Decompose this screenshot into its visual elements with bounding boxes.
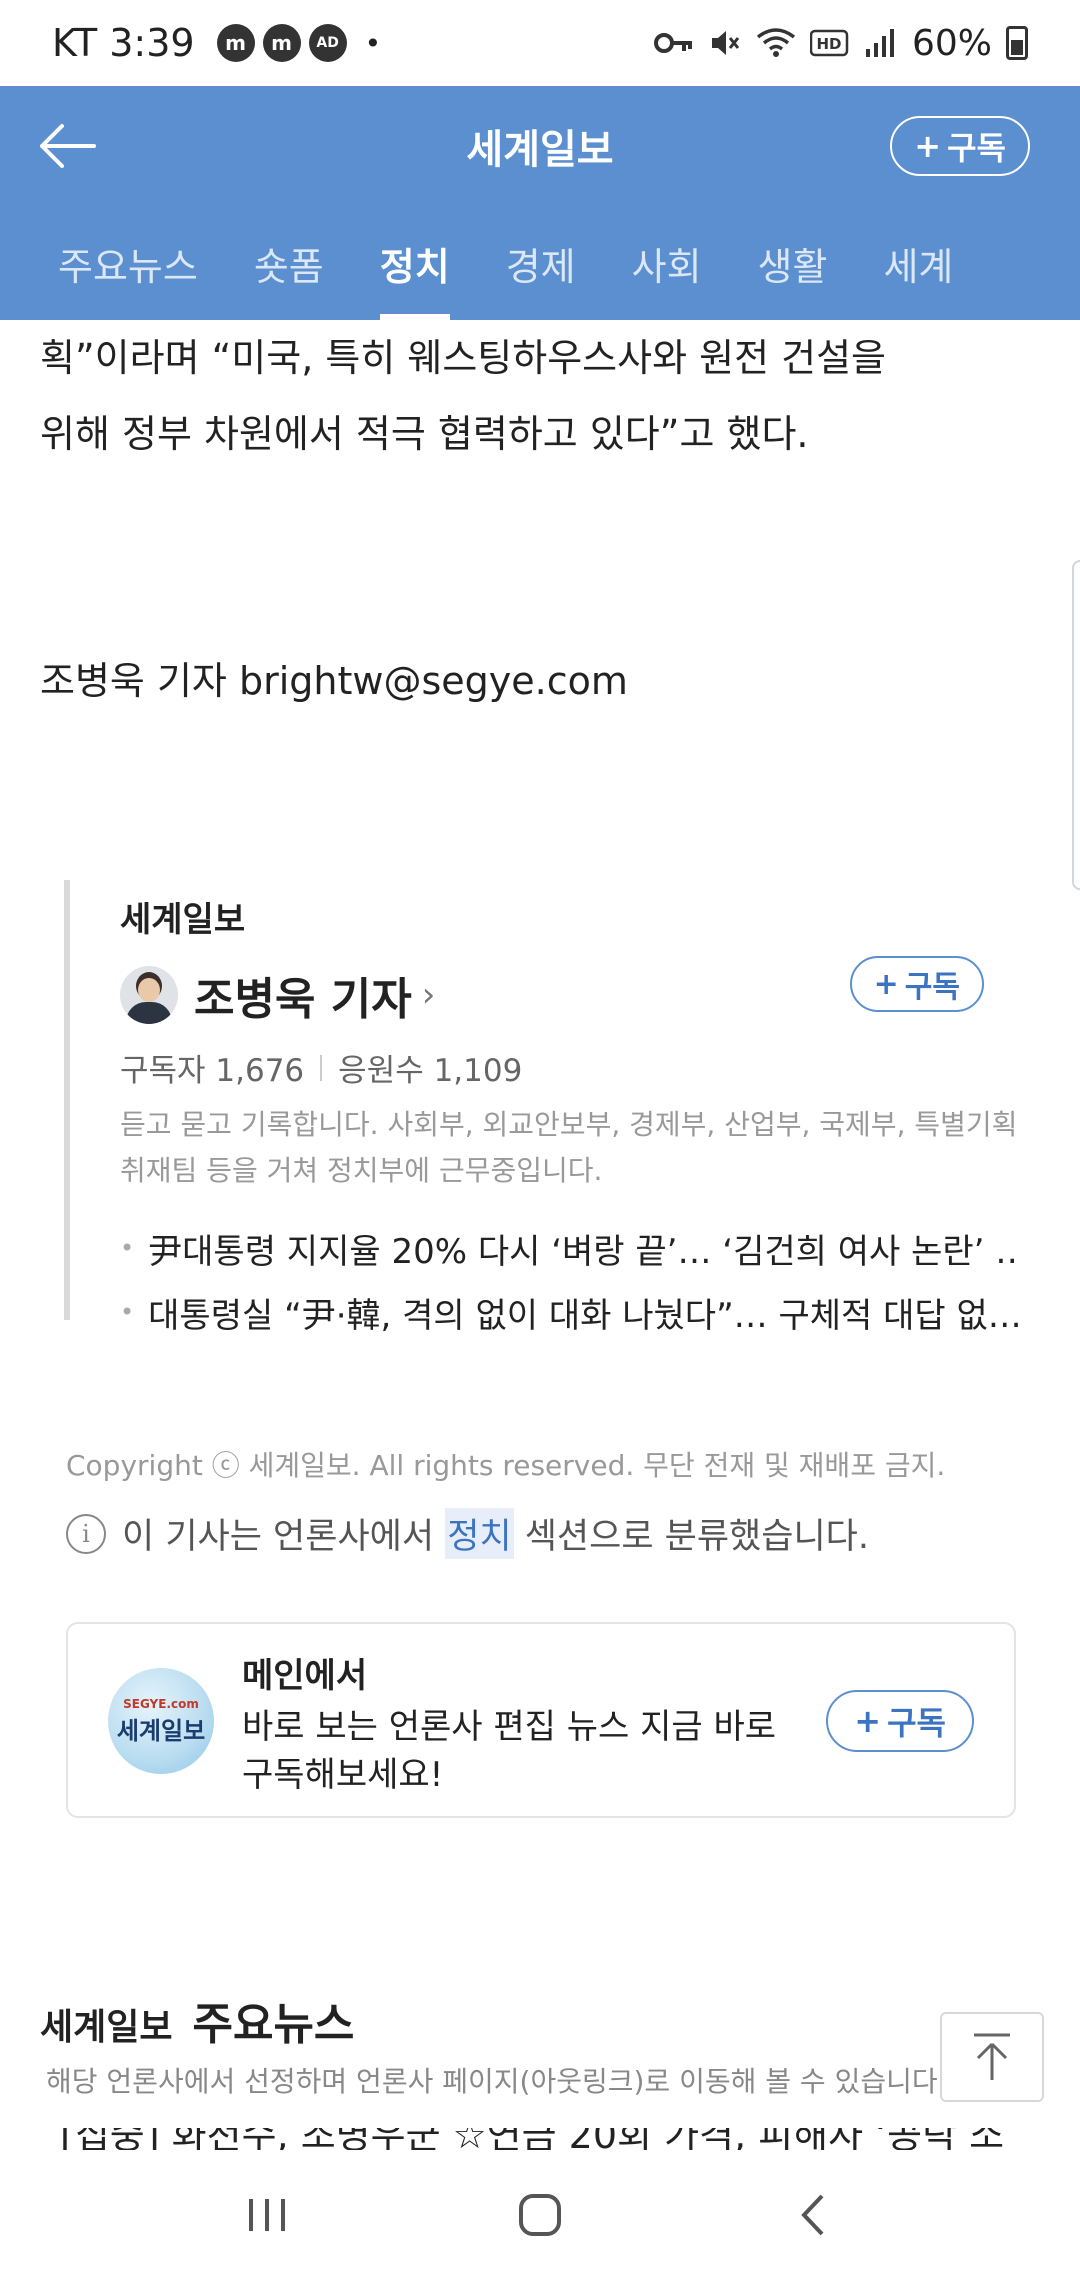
info-icon: i xyxy=(66,1513,106,1554)
logo-small-text: SEGYE.com xyxy=(123,1696,199,1711)
promo-text: 메인에서 바로 보는 언론사 편집 뉴스 지금 바로 구독해보세요! xyxy=(242,1648,776,1799)
recent-apps-button[interactable] xyxy=(227,2175,307,2255)
main-news-item-partial[interactable]: [집중] 화천수, 조명우군 ☆연금 20회 가격, 피해자 ‘공탁 소 xyxy=(60,2128,1020,2150)
reporter-description: 듣고 묻고 기록합니다. 사회부, 외교안보부, 경제부, 산업부, 국제부, … xyxy=(120,1108,1018,1187)
classify-suffix: 섹션으로 분류했습니다. xyxy=(513,1517,869,1557)
notification-badge-m1: m xyxy=(216,24,255,62)
home-icon xyxy=(518,2194,561,2236)
home-button[interactable] xyxy=(500,2175,580,2255)
header-subscribe-label: 구독 xyxy=(947,129,1006,167)
promo-subscribe-button[interactable]: + 구독 xyxy=(826,1690,974,1752)
press-title: 세계일보 xyxy=(466,127,614,173)
supporter-count: 응원수 1,109 xyxy=(338,1053,523,1089)
list-item[interactable]: • 尹대통령 지지율 20% 다시 ‘벼랑 끝’… ‘김건희 여사 논란’ … xyxy=(120,1216,1020,1280)
list-item[interactable]: • 대통령실 “尹·韓, 격의 없이 대화 나눴다”… 구체적 대답 없… xyxy=(120,1280,1020,1344)
classify-prefix: 이 기사는 언론사에서 xyxy=(122,1517,446,1557)
classify-section-link[interactable]: 정치 xyxy=(445,1508,514,1559)
main-news-headline: [집중] 화천수, 조명우군 ☆연금 20회 가격, 피해자 ‘공탁 소 xyxy=(60,2128,1005,2150)
reporter-card: 세계일보 조병욱 기자 › + 구독 구독자 1,676 응원수 1,109 듣… xyxy=(64,880,1024,1336)
promo-title: 메인에서 xyxy=(242,1656,368,1696)
key-icon xyxy=(653,31,694,55)
more-notifications-dot: • xyxy=(364,26,382,60)
article-line: 위해 정부 차원에서 적극 협력하고 있다”고 했다. xyxy=(40,412,809,456)
battery-icon xyxy=(1006,26,1028,60)
back-button[interactable] xyxy=(36,114,100,178)
tab-shortform[interactable]: 숏폼 xyxy=(226,206,352,320)
ad-blocked-badge: AD xyxy=(308,24,347,62)
signal-icon xyxy=(864,27,898,59)
header-subscribe-button[interactable]: + 구독 xyxy=(890,116,1030,176)
tab-world[interactable]: 세계 xyxy=(855,206,981,320)
tab-politics[interactable]: 정치 xyxy=(352,206,478,320)
plus-icon: + xyxy=(854,1702,882,1740)
tab-life[interactable]: 생활 xyxy=(730,206,856,320)
main-news-heading: 세계일보 주요뉴스 xyxy=(40,1988,354,2052)
promo-subscribe-label: 구독 xyxy=(887,1704,946,1742)
article-body: 획”이라며 “미국, 특히 웨스팅하우스사와 원전 건설을 위해 정부 차원에서… xyxy=(40,320,1040,472)
promo-line: 구독해보세요! xyxy=(242,1755,444,1795)
main-news-title: 주요뉴스 xyxy=(192,1999,355,2050)
recent-apps-icon xyxy=(248,2199,285,2231)
article-byline: 조병욱 기자 brightw@segye.com xyxy=(40,659,628,703)
reporter-subscribe-label: 구독 xyxy=(904,970,960,1005)
scroll-to-top-button[interactable] xyxy=(940,2012,1044,2102)
reporter-name: 조병욱 기자 xyxy=(194,974,412,1025)
status-bar: KT 3:39 m m AD • HD 60% xyxy=(0,0,1080,86)
arrow-left-icon xyxy=(40,124,96,168)
subscribe-promo: SEGYE.com 세계일보 메인에서 바로 보는 언론사 편집 뉴스 지금 바… xyxy=(66,1622,1016,1818)
back-nav-button[interactable] xyxy=(773,2175,853,2255)
promo-line: 바로 보는 언론사 편집 뉴스 지금 바로 xyxy=(242,1707,777,1747)
reporter-articles: • 尹대통령 지지율 20% 다시 ‘벼랑 끝’… ‘김건희 여사 논란’ … •… xyxy=(120,1216,1024,1344)
status-icons: HD 60% xyxy=(653,22,1028,64)
mute-icon xyxy=(708,26,742,60)
article-line: 획”이라며 “미국, 특히 웨스팅하우스사와 원전 건설을 xyxy=(40,336,887,380)
press-logo: SEGYE.com 세계일보 xyxy=(108,1668,214,1774)
arrow-up-icon xyxy=(974,2033,1010,2080)
notification-badge-m2: m xyxy=(262,24,301,62)
edge-panel-handle[interactable] xyxy=(1072,560,1080,890)
article-link: 대통령실 “尹·韓, 격의 없이 대화 나눴다”… 구체적 대답 없… xyxy=(148,1295,1020,1336)
hd-icon: HD xyxy=(809,28,850,58)
logo-big-text: 세계일보 xyxy=(116,1716,206,1745)
tab-society[interactable]: 사회 xyxy=(604,206,730,320)
app-header: 세계일보 + 구독 xyxy=(0,86,1080,206)
reporter-stats: 구독자 1,676 응원수 1,109 xyxy=(120,1045,1024,1090)
copyright-text: Copyright ⓒ 세계일보. All rights reserved. 무… xyxy=(66,1449,946,1482)
reporter-press-name: 세계일보 xyxy=(120,900,246,940)
wifi-icon xyxy=(756,27,796,59)
avatar xyxy=(120,966,178,1024)
system-nav-bar xyxy=(0,2150,1080,2280)
battery-percent: 60% xyxy=(911,22,992,64)
carrier-time: KT 3:39 xyxy=(52,21,195,65)
article-link: 尹대통령 지지율 20% 다시 ‘벼랑 끝’… ‘김건희 여사 논란’ … xyxy=(148,1231,1020,1272)
chevron-left-icon xyxy=(801,2194,824,2236)
subscriber-count: 구독자 1,676 xyxy=(120,1053,305,1089)
plus-icon: + xyxy=(873,966,899,1002)
section-tabs: 주요뉴스 숏폼 정치 경제 사회 생활 세계 xyxy=(0,206,1080,320)
svg-text:HD: HD xyxy=(816,35,841,53)
reporter-subscribe-button[interactable]: + 구독 xyxy=(849,956,984,1012)
plus-icon: + xyxy=(914,127,942,165)
chevron-right-icon: › xyxy=(421,975,436,1015)
divider xyxy=(320,1054,323,1081)
main-news-press: 세계일보 xyxy=(40,2007,173,2048)
section-classification: i 이 기사는 언론사에서 정치 섹션으로 분류했습니다. xyxy=(66,1508,869,1559)
tab-main-news[interactable]: 주요뉴스 xyxy=(30,206,226,320)
main-news-note: 해당 언론사에서 선정하며 언론사 페이지(아웃링크)로 이동해 볼 수 있습니… xyxy=(46,2065,947,2098)
tab-economy[interactable]: 경제 xyxy=(478,206,604,320)
promo-body: 바로 보는 언론사 편집 뉴스 지금 바로 구독해보세요! xyxy=(242,1703,776,1799)
